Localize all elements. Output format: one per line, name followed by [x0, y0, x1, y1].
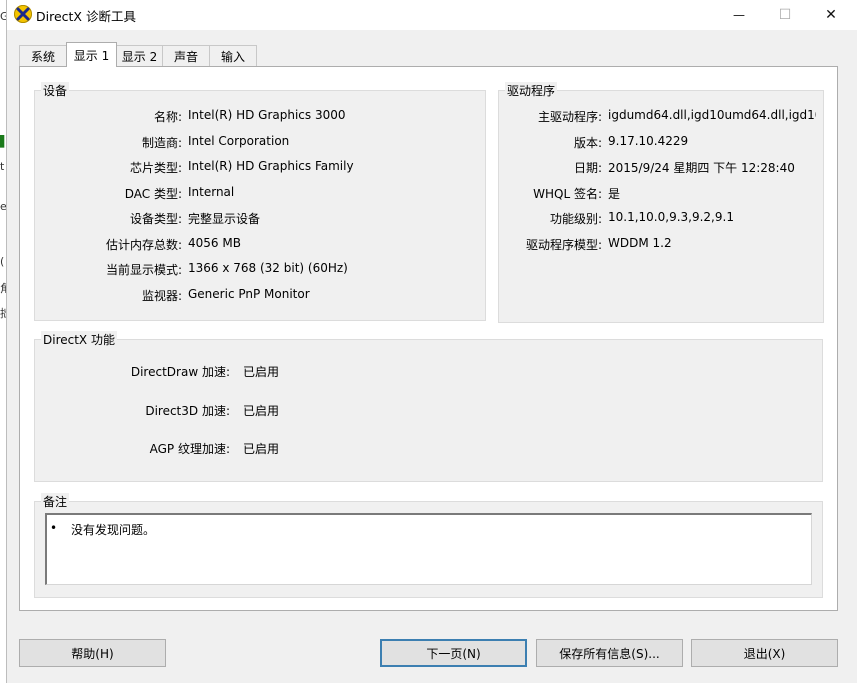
driver-row-label: 日期:: [573, 161, 602, 175]
driver-row-value: 2015/9/24 星期四 下午 12:28:40: [608, 161, 795, 175]
background-window-edge: G ▌ t e ( 角 拙: [0, 0, 7, 683]
close-button[interactable]: ✕: [808, 0, 854, 30]
save-all-info-button[interactable]: 保存所有信息(S)...: [536, 639, 683, 667]
device-row-label: 设备类型:: [129, 212, 182, 226]
window-title: DirectX 诊断工具: [36, 9, 136, 24]
minimize-icon: —: [733, 8, 745, 22]
features-row-value: 已启用: [243, 403, 280, 418]
features-row-label: DirectDraw 加速:: [130, 365, 230, 379]
exit-button[interactable]: 退出(X): [691, 639, 838, 667]
driver-row-label: 驱动程序模型:: [525, 237, 602, 252]
tab-system[interactable]: 系统: [19, 45, 67, 66]
tab-input[interactable]: 输入: [209, 45, 257, 66]
driver-row-label: WHQL 签名:: [533, 186, 602, 201]
notes-text-box[interactable]: • 没有发现问题。: [45, 513, 812, 585]
device-row-value: Generic PnP Monitor: [188, 286, 310, 301]
tab-label: 显示 2: [121, 49, 158, 64]
exit-button-label: 退出(X): [743, 646, 786, 661]
minimize-button[interactable]: —: [716, 0, 762, 30]
tab-label: 输入: [220, 49, 245, 64]
device-row-label: 估计内存总数:: [105, 237, 182, 252]
close-icon: ✕: [825, 7, 837, 23]
notes-group-title: 备注: [41, 493, 70, 510]
device-row-label: 当前显示模式:: [105, 263, 182, 277]
driver-row-label: 功能级别:: [549, 212, 602, 226]
features-row-label: AGP 纹理加速:: [149, 442, 230, 456]
save-button-label: 保存所有信息(S)...: [559, 646, 660, 661]
features-group-title: DirectX 功能: [41, 331, 117, 348]
tab-label: 系统: [30, 49, 55, 64]
tab-label: 声音: [173, 49, 198, 64]
driver-row-label: 主驱动程序:: [537, 110, 602, 124]
device-group-title: 设备: [41, 82, 70, 99]
features-row-label: Direct3D 加速:: [145, 403, 230, 418]
tab-display-2[interactable]: 显示 2: [116, 45, 163, 66]
driver-group-title: 驱动程序: [505, 82, 558, 99]
bullet-icon: •: [50, 521, 58, 535]
features-row-value: 已启用: [243, 442, 280, 456]
driver-row-value: 10.1,10.0,9.3,9.2,9.1: [608, 210, 734, 224]
directx-app-icon: [14, 5, 32, 23]
device-row-label: DAC 类型:: [124, 186, 182, 201]
device-row-label: 监视器:: [141, 288, 182, 303]
driver-row-value: WDDM 1.2: [608, 235, 672, 250]
maximize-icon: ☐: [778, 7, 792, 23]
maximize-button[interactable]: ☐: [762, 0, 808, 30]
next-button-label: 下一页(N): [426, 646, 481, 661]
device-row-label: 名称:: [153, 110, 182, 124]
tab-display-1[interactable]: 显示 1: [66, 42, 117, 67]
driver-row-value: 9.17.10.4229: [608, 133, 689, 148]
driver-row-value: igdumd64.dll,igd10umd64.dll,igd10umd64.d…: [608, 108, 816, 122]
next-page-button[interactable]: 下一页(N): [380, 639, 527, 667]
device-row-label: 芯片类型:: [129, 161, 182, 175]
tab-label: 显示 1: [73, 48, 110, 63]
tab-sound[interactable]: 声音: [162, 45, 210, 66]
help-button-label: 帮助(H): [71, 646, 114, 661]
driver-row-label: 版本:: [573, 135, 602, 150]
driver-row-value: 是: [608, 186, 621, 201]
help-button[interactable]: 帮助(H): [19, 639, 166, 667]
note-text: 没有发现问题。: [71, 523, 156, 537]
device-row-label: 制造商:: [141, 135, 182, 150]
device-row-value: 1366 x 768 (32 bit) (60Hz): [188, 261, 348, 275]
features-row-value: 已启用: [243, 365, 280, 379]
